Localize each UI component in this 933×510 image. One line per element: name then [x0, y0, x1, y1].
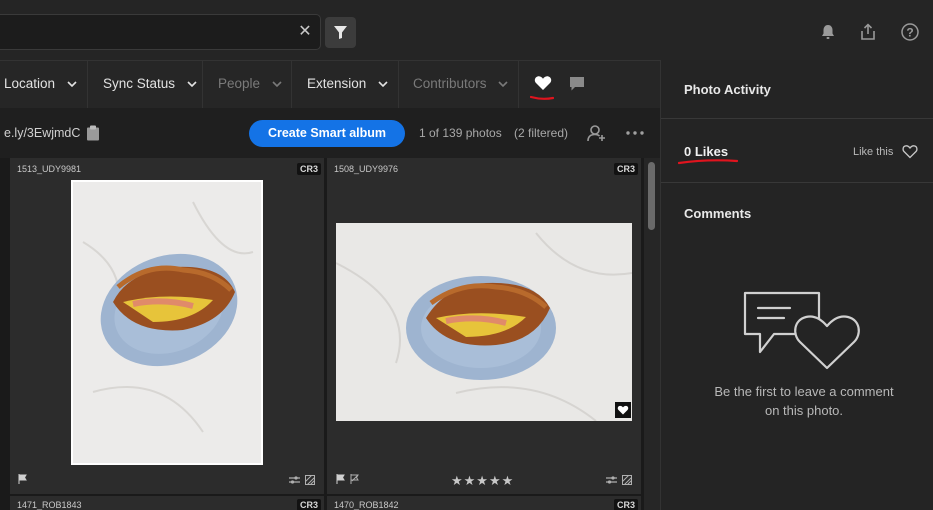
create-smart-album-button[interactable]: Create Smart album — [249, 120, 405, 147]
clipboard-icon[interactable] — [86, 125, 100, 141]
filter-location[interactable]: Location — [0, 60, 88, 108]
close-icon[interactable]: ✕ — [297, 20, 313, 44]
heart-outline-icon[interactable] — [902, 144, 918, 159]
filter-sync-status[interactable]: Sync Status — [88, 60, 203, 108]
chevron-down-icon — [67, 81, 77, 88]
comment-icon[interactable] — [568, 75, 586, 93]
bell-icon[interactable] — [818, 22, 838, 42]
file-type-badge: CR3 — [614, 163, 639, 175]
croissant-photo — [82, 201, 254, 433]
photo-filename: 1513_UDY9981 — [17, 164, 82, 174]
annotation-underline — [530, 95, 554, 100]
help-icon[interactable]: ? — [900, 22, 920, 42]
photo-count: 1 of 139 photos — [419, 126, 502, 140]
adjust-icon — [606, 476, 617, 484]
more-options-icon[interactable] — [626, 131, 644, 135]
file-type-badge: CR3 — [614, 499, 639, 510]
filter-sync-status-label: Sync Status — [103, 76, 176, 91]
photo-filename: 1470_ROB1842 — [334, 500, 399, 510]
chevron-down-icon — [378, 81, 388, 88]
filter-extension[interactable]: Extension — [292, 60, 399, 108]
empty-comments-line1: Be the first to leave a comment — [714, 384, 894, 399]
flag-icon[interactable] — [336, 474, 346, 484]
search-input[interactable] — [0, 14, 321, 50]
comment-heart-illustration — [743, 291, 860, 370]
photo-filename: 1471_ROB1843 — [17, 500, 82, 510]
like-this-label[interactable]: Like this — [853, 146, 893, 158]
divider — [661, 118, 933, 119]
filter-button[interactable] — [325, 17, 356, 48]
photo-filename: 1508_UDY9976 — [334, 164, 399, 174]
chevron-down-icon — [272, 81, 282, 88]
share-icon[interactable] — [858, 22, 878, 42]
empty-comments-message: Be the first to leave a comment on this … — [700, 382, 908, 420]
chevron-down-icon — [498, 81, 508, 88]
filter-contributors[interactable]: Contributors — [399, 60, 519, 108]
filtered-count: (2 filtered) — [514, 126, 569, 140]
filter-contributors-label: Contributors — [413, 76, 487, 91]
annotation-underline — [678, 159, 738, 165]
add-person-icon[interactable] — [587, 124, 607, 142]
heart-icon — [617, 405, 629, 415]
filter-icon — [334, 26, 347, 39]
photo-thumbnail-selected[interactable] — [71, 180, 263, 465]
comments-title: Comments — [684, 206, 752, 221]
stack-icon — [305, 475, 315, 485]
scrollbar-thumb[interactable] — [648, 162, 655, 230]
croissant-photo — [336, 232, 632, 421]
adjust-icon — [289, 476, 300, 484]
photo-thumbnail[interactable] — [336, 223, 632, 421]
filter-people[interactable]: People — [203, 60, 292, 108]
flag-icon[interactable] — [18, 474, 28, 484]
liked-badge — [615, 402, 631, 418]
divider — [661, 182, 933, 183]
svg-text:?: ? — [906, 26, 913, 40]
filter-people-label: People — [218, 76, 261, 91]
heart-icon[interactable] — [534, 75, 552, 91]
star-rating[interactable]: ★★★★★ — [451, 473, 514, 489]
stack-icon — [622, 475, 632, 485]
filter-location-label: Location — [4, 76, 56, 91]
chevron-down-icon — [187, 81, 197, 88]
reject-flag-icon[interactable] — [350, 474, 360, 484]
activity-panel — [660, 60, 933, 510]
filter-extension-label: Extension — [307, 76, 367, 91]
file-type-badge: CR3 — [297, 499, 322, 510]
file-type-badge: CR3 — [297, 163, 322, 175]
empty-comments-line2: on this photo. — [764, 403, 844, 418]
share-link-text: e.ly/3EwjmdC — [4, 126, 81, 140]
panel-title: Photo Activity — [684, 82, 771, 97]
